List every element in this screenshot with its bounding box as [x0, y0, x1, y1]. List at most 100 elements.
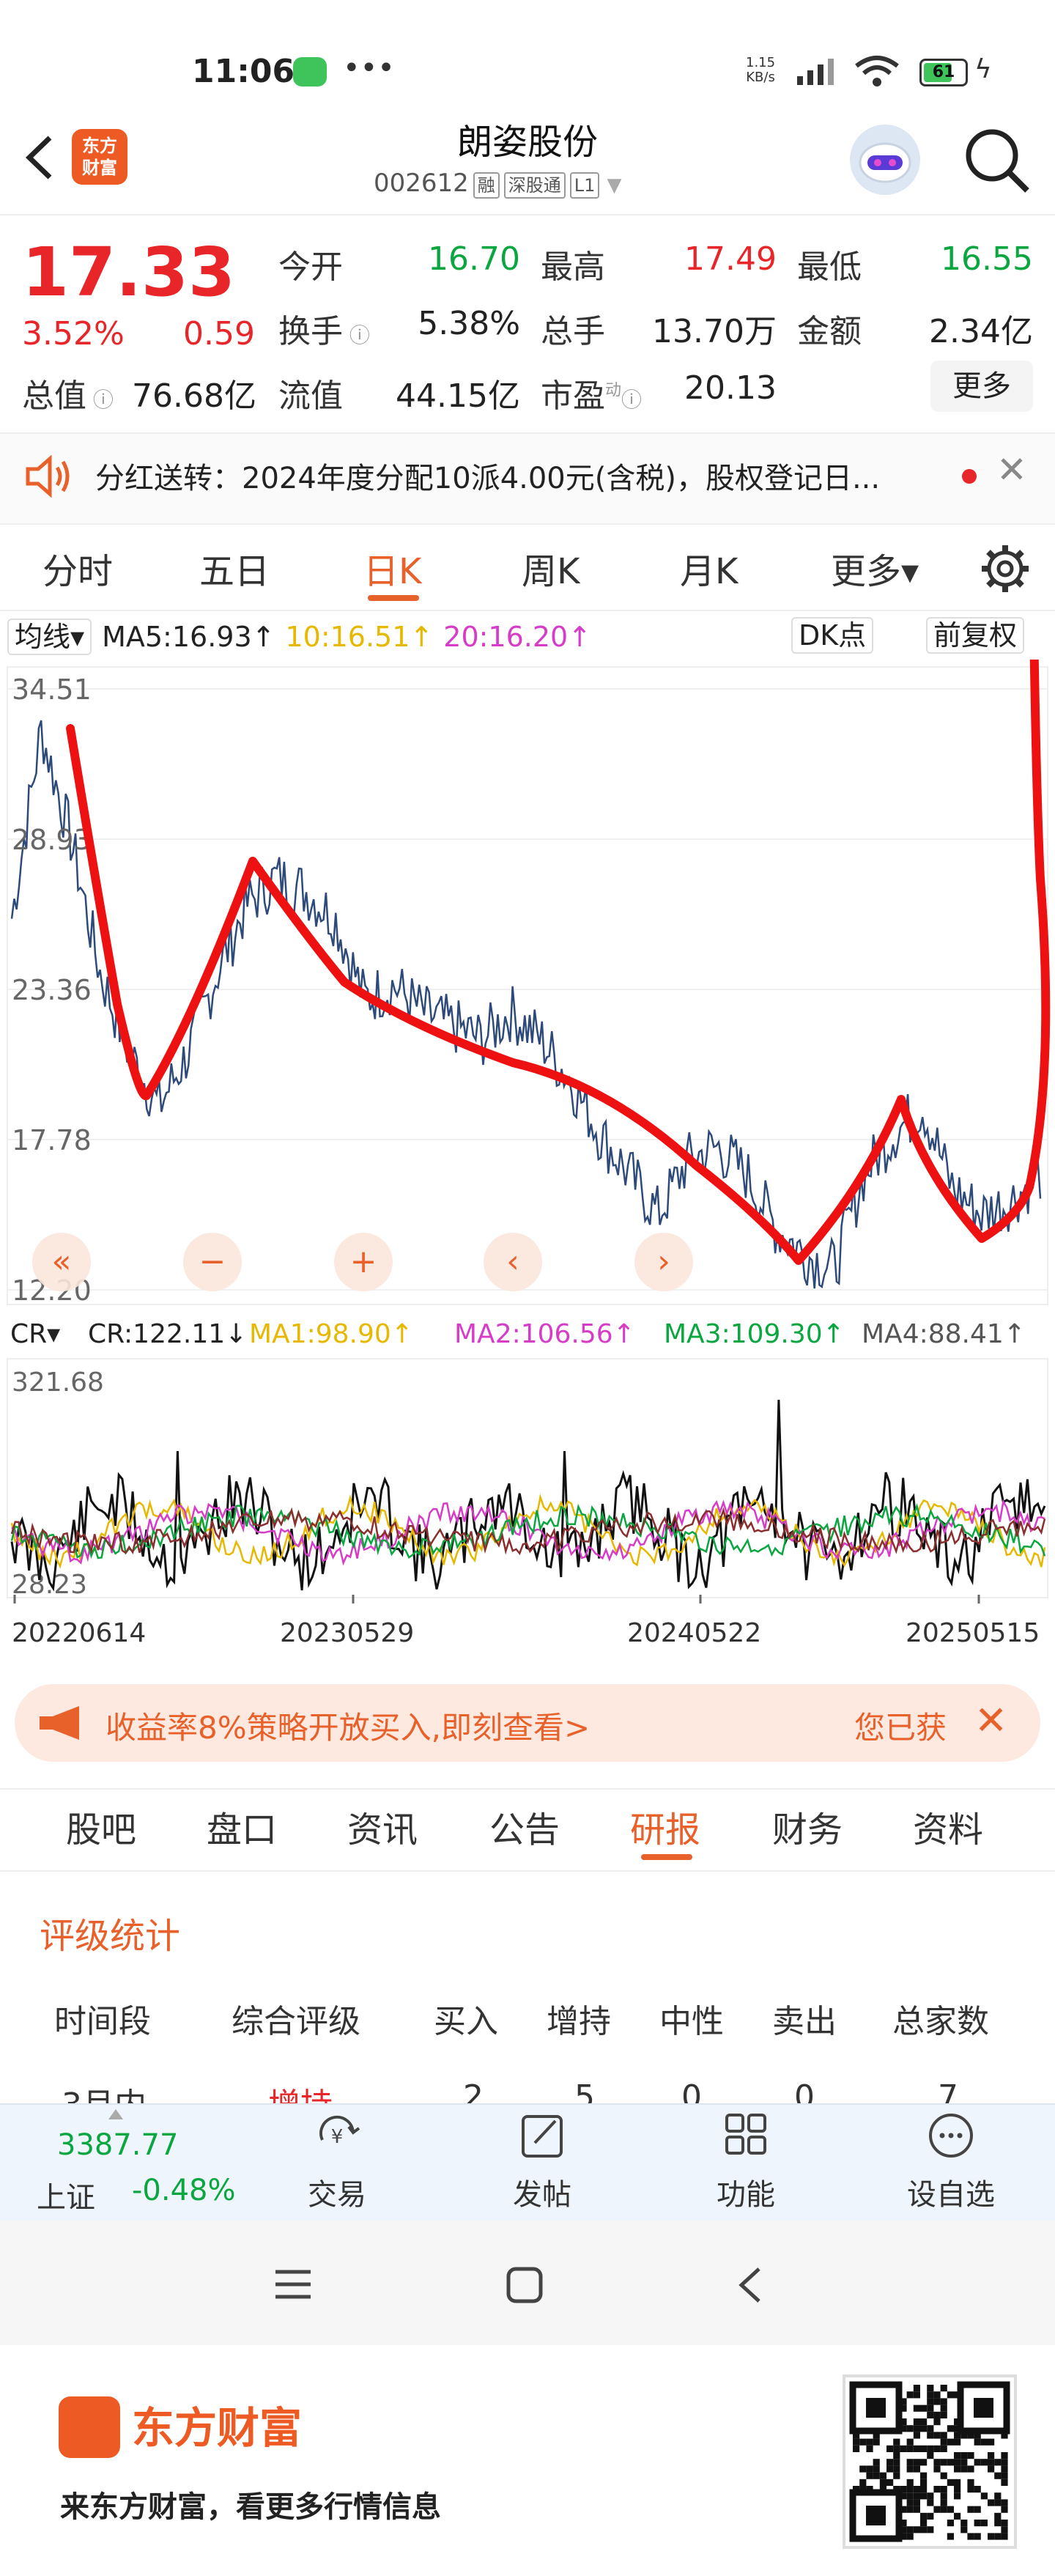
index-name[interactable]: 上证 [37, 2174, 95, 2216]
qr-module [940, 2459, 947, 2466]
tab-intraday[interactable]: 分时 [42, 535, 113, 608]
tab-finance[interactable]: 财务 [772, 1790, 843, 1870]
tab-five-day[interactable]: 五日 [199, 535, 270, 608]
trade-button[interactable]: ¥ 交易 [271, 2111, 403, 2213]
qr-module [906, 2506, 914, 2513]
tab-announcements[interactable]: 公告 [489, 1790, 560, 1870]
cr-indicator-chart[interactable]: 321.68 28.23 20220614 20230529 20240522 20250… [0, 1356, 1055, 1664]
chevron-down-icon[interactable]: ▼ [607, 174, 621, 196]
qr-module [927, 2398, 934, 2405]
chart-control-label: « [52, 1243, 72, 1280]
qr-module [933, 2411, 941, 2418]
tab-orderbook[interactable]: 盘口 [207, 1790, 277, 1870]
qr-module [859, 2479, 867, 2486]
brand-logo-icon [59, 2396, 120, 2458]
qr-module [947, 2479, 954, 2486]
battery-icon: 61 [919, 59, 968, 86]
tag-margin: 融 [473, 172, 500, 199]
index-value[interactable]: 3387.77 [57, 2128, 178, 2162]
open-value: 16.70 [428, 240, 520, 278]
robot-assistant-avatar[interactable] [850, 125, 920, 195]
qr-finder-center [866, 2506, 886, 2525]
home-icon[interactable] [504, 2265, 545, 2306]
price-series-line [10, 720, 1042, 1289]
cr-series-line [10, 1399, 1046, 1592]
table-header: 综合评级 [232, 2003, 360, 2040]
cr-legend-item: CR:122.11↓ [88, 1319, 247, 1349]
qr-module [947, 2391, 954, 2399]
cr-legend-item[interactable]: CR▾ [10, 1319, 60, 1349]
close-icon[interactable]: ✕ [974, 1697, 1007, 1743]
qr-module [927, 2391, 934, 2399]
qr-module [920, 2425, 928, 2432]
more-quote-button[interactable]: 更多 [930, 361, 1033, 412]
y-tick-label: 17.78 [12, 1124, 92, 1156]
qr-module [913, 2486, 920, 2493]
kline-chart[interactable]: 34.5128.9323.3617.7812.20CR▾ CR:122.11↓ MA… [0, 660, 1055, 1392]
qr-module [927, 2499, 934, 2506]
qr-module [967, 2479, 974, 2486]
qr-module [1001, 2526, 1008, 2533]
qr-module [960, 2526, 968, 2533]
qr-module [980, 2520, 988, 2527]
qr-module [913, 2492, 920, 2500]
float-cap-label: 流值 [278, 377, 343, 415]
qr-module [954, 2465, 961, 2473]
qr-module [940, 2438, 947, 2446]
back-nav-icon[interactable] [733, 2265, 769, 2306]
qr-module [1001, 2459, 1008, 2466]
qr-module [927, 2385, 934, 2392]
qr-module [886, 2479, 894, 2486]
y-tick-label: 28.93 [12, 824, 92, 856]
qr-module [954, 2479, 961, 2486]
gear-icon[interactable] [979, 542, 1032, 595]
index-change[interactable]: -0.48% [132, 2174, 236, 2207]
qr-module [1001, 2533, 1008, 2540]
app-logo[interactable]: 东方 财富 [72, 129, 127, 185]
tab-weekly-k[interactable]: 周K [522, 535, 580, 608]
stock-name: 朗姿股份 [456, 122, 598, 163]
qr-module [947, 2459, 954, 2466]
qr-module [933, 2432, 941, 2439]
tab-more[interactable]: 更多▾ [831, 535, 919, 608]
y-tick-label: 23.36 [12, 974, 92, 1006]
expand-caret-icon[interactable] [108, 2109, 123, 2119]
dk-point-toggle[interactable]: DK点 [791, 617, 874, 654]
qr-module [940, 2411, 947, 2418]
turnover-value: 5.38% [418, 305, 520, 342]
add-watchlist-button[interactable]: 设自选 [885, 2111, 1017, 2213]
y-tick-label: 34.51 [12, 673, 92, 706]
tab-profile[interactable]: 资料 [913, 1790, 983, 1870]
recent-apps-icon[interactable] [271, 2266, 315, 2303]
functions-button[interactable]: 功能 [680, 2111, 812, 2213]
qr-module [933, 2486, 941, 2493]
qr-module [947, 2520, 954, 2527]
close-icon[interactable]: ✕ [996, 449, 1027, 491]
tab-monthly-k[interactable]: 月K [680, 535, 738, 608]
qr-module [920, 2479, 928, 2486]
network-speed: 1.15 KB/s [746, 55, 776, 85]
search-icon[interactable] [960, 123, 1033, 196]
adjust-toggle[interactable]: 前复权 [926, 617, 1025, 654]
qr-module [1001, 2520, 1008, 2527]
x-tick-label: 20230529 [280, 1618, 414, 1648]
indicator-selector[interactable]: 均线▾ [7, 619, 92, 655]
tab-news[interactable]: 资讯 [347, 1790, 418, 1870]
qr-code-icon [843, 2374, 1017, 2549]
back-icon[interactable] [21, 132, 57, 183]
qr-module [866, 2445, 873, 2452]
tab-forum[interactable]: 股吧 [66, 1790, 136, 1870]
market-cap-label: 总值 ⓘ [22, 377, 114, 415]
table-header: 中性 [659, 2003, 724, 2040]
qr-module [940, 2486, 947, 2493]
qr-module [920, 2418, 928, 2426]
chart-control-label: ‹ [506, 1243, 519, 1280]
qr-module [988, 2459, 995, 2466]
qr-module [893, 2452, 900, 2459]
qr-module [994, 2492, 1002, 2500]
qr-module [886, 2465, 894, 2473]
unread-dot [962, 469, 977, 484]
qr-finder-center [974, 2398, 993, 2418]
post-button[interactable]: 发帖 [476, 2111, 608, 2213]
qr-module [913, 2418, 920, 2426]
